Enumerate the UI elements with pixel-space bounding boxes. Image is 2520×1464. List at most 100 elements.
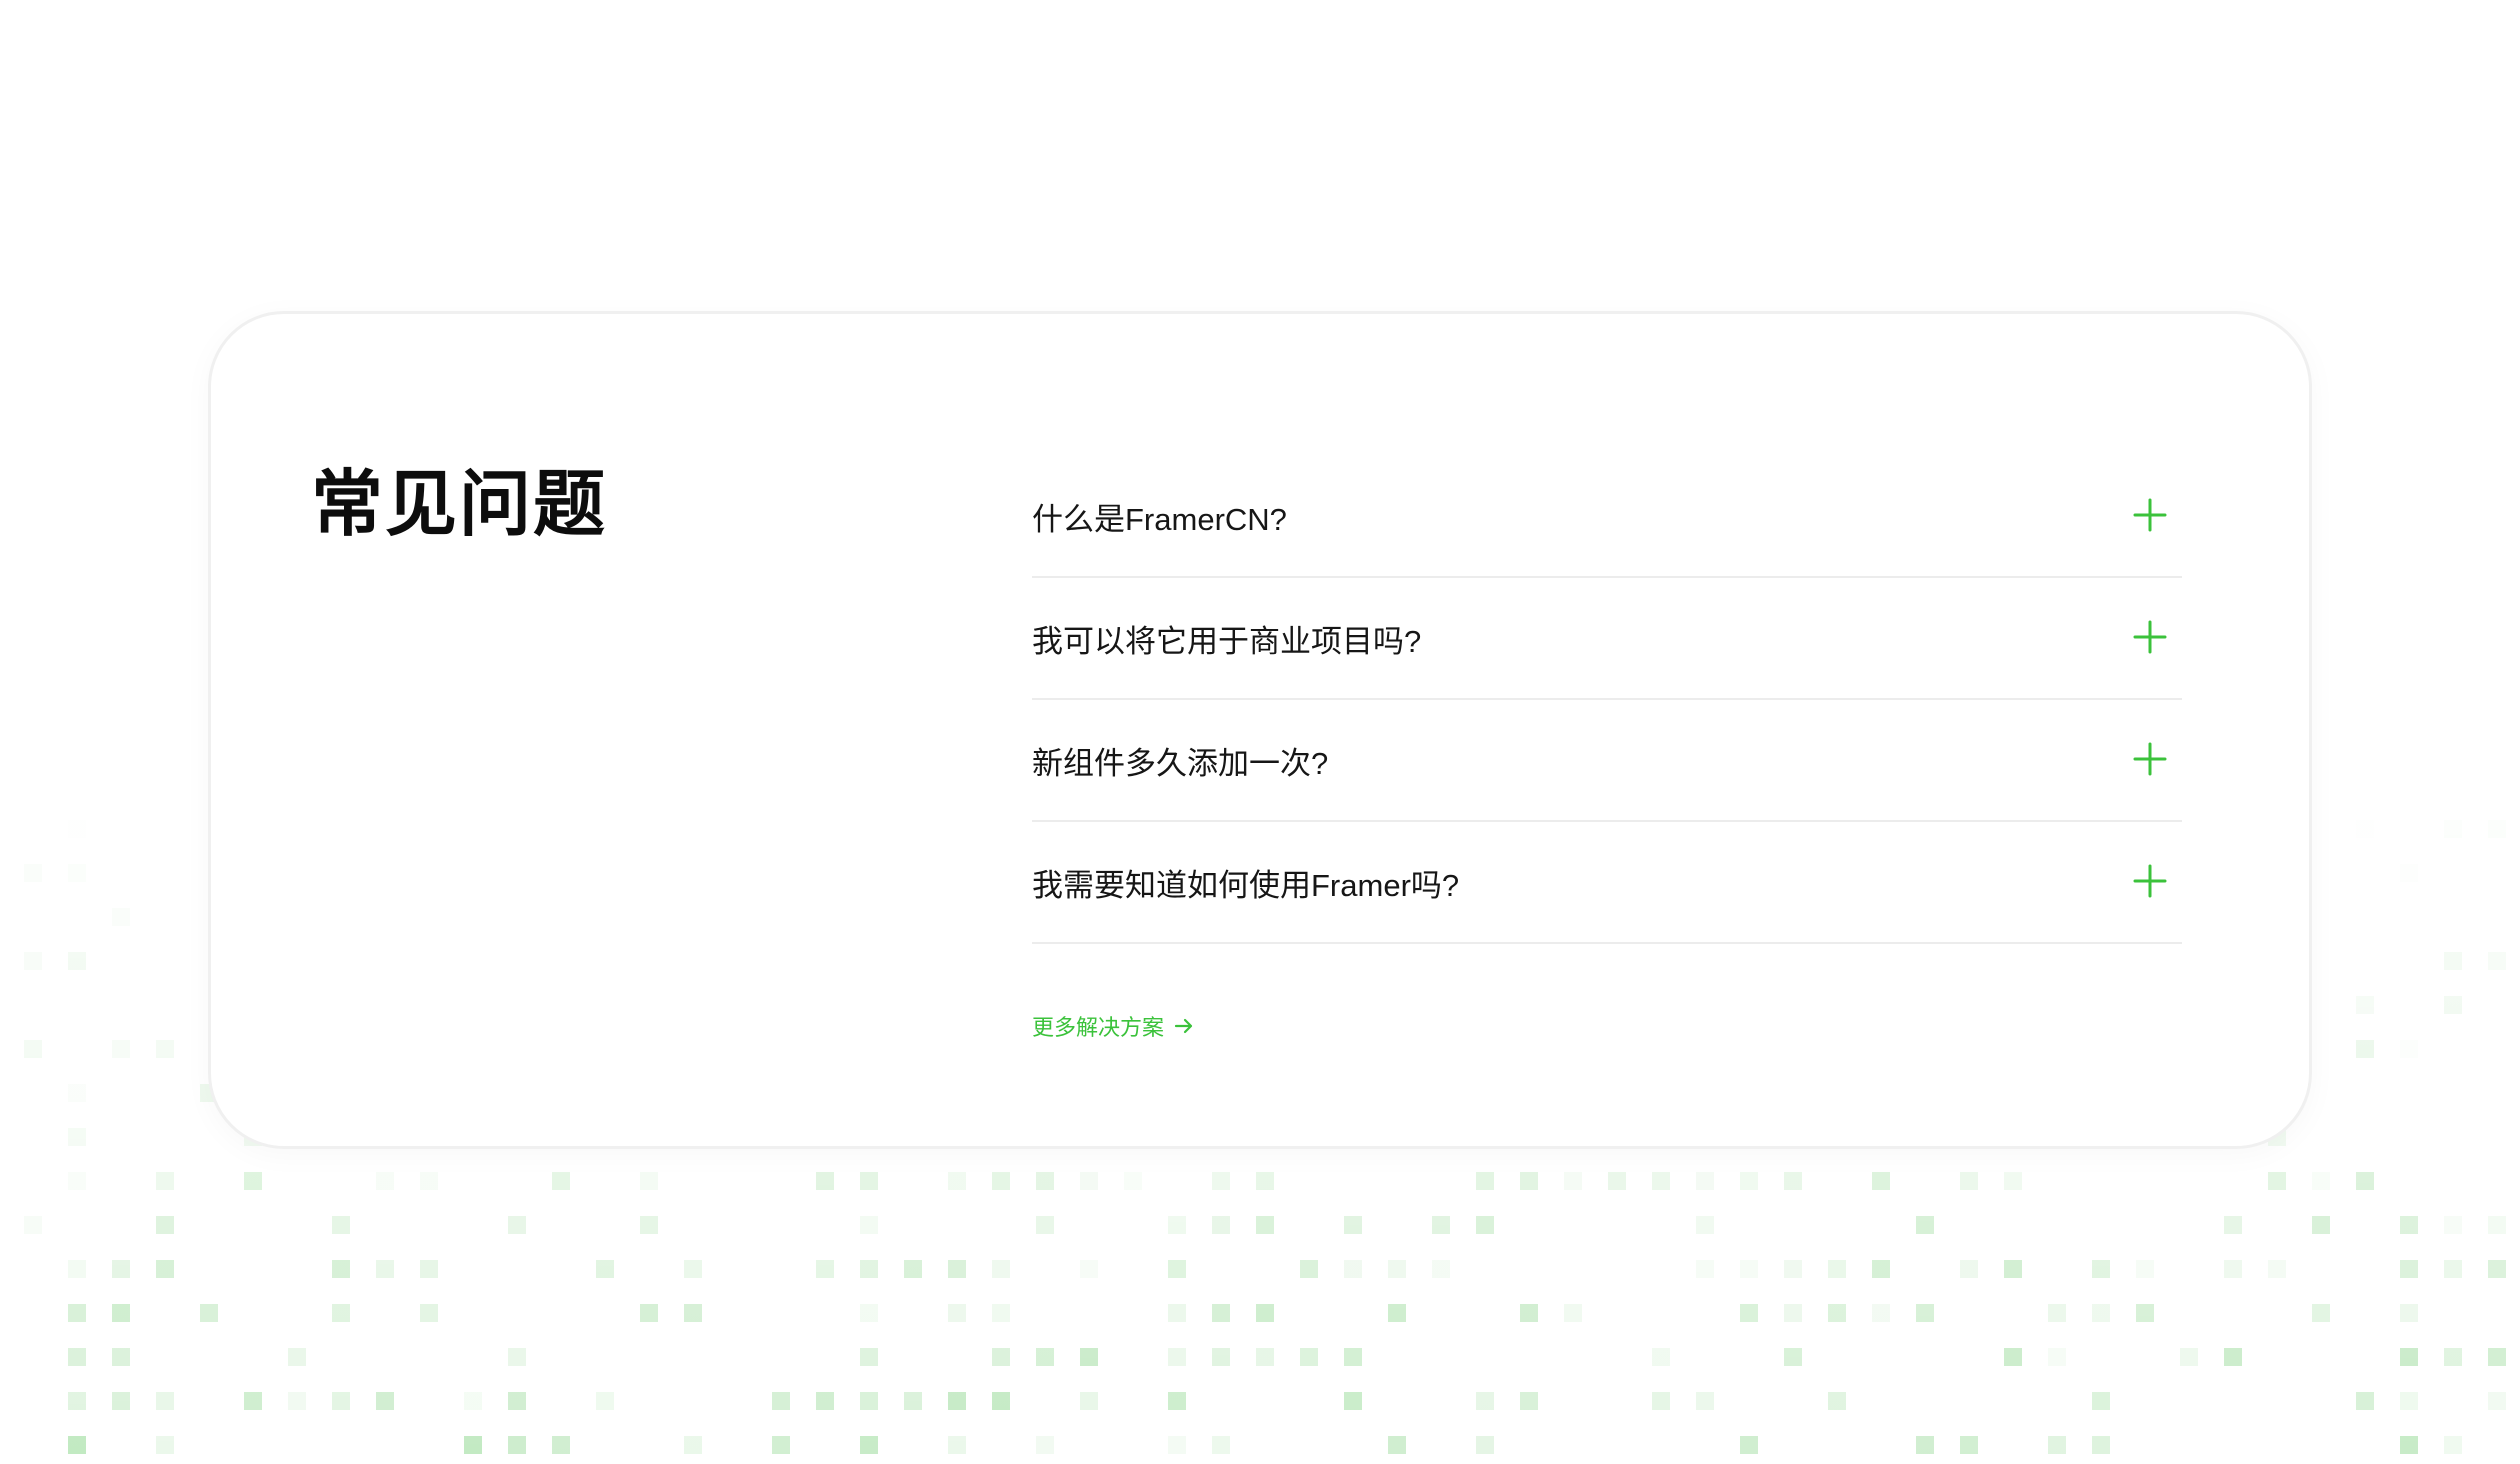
background-pixel (112, 1392, 130, 1410)
background-pixel (816, 1392, 834, 1410)
background-pixel (2356, 1172, 2374, 1190)
background-pixel (1564, 1172, 1582, 1190)
background-pixel (2488, 1260, 2506, 1278)
background-pixel (2048, 1304, 2066, 1322)
background-pixel (816, 1172, 834, 1190)
background-pixel (2444, 996, 2462, 1014)
background-pixel (112, 1040, 130, 1058)
background-pixel (2488, 1348, 2506, 1366)
background-pixel (2488, 952, 2506, 970)
background-pixel (860, 1260, 878, 1278)
background-pixel (1740, 1304, 1758, 1322)
background-pixel (948, 1172, 966, 1190)
background-pixel (376, 1172, 394, 1190)
background-pixel (816, 1260, 834, 1278)
background-pixel (1520, 1172, 1538, 1190)
background-pixel (1388, 1260, 1406, 1278)
background-pixel (376, 1392, 394, 1410)
background-pixel (640, 1216, 658, 1234)
background-pixel (904, 1260, 922, 1278)
background-pixel (640, 1304, 658, 1322)
background-pixel (2444, 1348, 2462, 1366)
background-pixel (1960, 1172, 1978, 1190)
background-pixel (1080, 1348, 1098, 1366)
background-pixel (2400, 1304, 2418, 1322)
background-pixel (772, 1392, 790, 1410)
background-pixel (68, 864, 86, 882)
faq-item[interactable]: 什么是FramerCN? (1032, 456, 2182, 578)
background-pixel (2136, 1304, 2154, 1322)
background-pixel (552, 1436, 570, 1454)
background-pixel (948, 1260, 966, 1278)
arrow-right-icon (1174, 1018, 1193, 1034)
background-pixel (2488, 1216, 2506, 1234)
faq-question: 新组件多久添加一次? (1032, 745, 1329, 781)
background-pixel (24, 1216, 42, 1234)
background-pixel (2400, 1436, 2418, 1454)
background-pixel (68, 1172, 86, 1190)
background-pixel (1080, 1172, 1098, 1190)
background-pixel (2048, 1436, 2066, 1454)
background-pixel (1916, 1216, 1934, 1234)
background-pixel (376, 1260, 394, 1278)
background-pixel (1212, 1216, 1230, 1234)
background-pixel (1168, 1260, 1186, 1278)
background-pixel (1300, 1260, 1318, 1278)
plus-icon[interactable] (2132, 497, 2168, 533)
background-pixel (1916, 1436, 1934, 1454)
background-pixel (1740, 1260, 1758, 1278)
background-pixel (1784, 1260, 1802, 1278)
more-solutions-link[interactable]: 更多解决方案 (1032, 1010, 1196, 1042)
plus-icon[interactable] (2132, 863, 2168, 899)
background-pixel (2180, 1348, 2198, 1366)
background-pixel (1256, 1172, 1274, 1190)
background-pixel (1564, 1304, 1582, 1322)
background-pixel (2004, 1348, 2022, 1366)
background-pixel (2356, 820, 2374, 838)
background-pixel (112, 1304, 130, 1322)
faq-item[interactable]: 我可以将它用于商业项目吗? (1032, 578, 2182, 700)
background-pixel (2092, 1392, 2110, 1410)
background-pixel (1476, 1392, 1494, 1410)
background-pixel (1388, 1304, 1406, 1322)
background-pixel (464, 1436, 482, 1454)
faq-item[interactable]: 我需要知道如何使用Framer吗? (1032, 822, 2182, 944)
background-pixel (68, 952, 86, 970)
faq-item[interactable]: 新组件多久添加一次? (1032, 700, 2182, 822)
background-pixel (1432, 1216, 1450, 1234)
background-pixel (992, 1304, 1010, 1322)
background-pixel (684, 1304, 702, 1322)
background-pixel (992, 1348, 1010, 1366)
background-pixel (1960, 1436, 1978, 1454)
plus-icon[interactable] (2132, 741, 2168, 777)
background-pixel (1168, 1348, 1186, 1366)
background-pixel (200, 1304, 218, 1322)
background-pixel (2092, 1436, 2110, 1454)
background-pixel (992, 1172, 1010, 1190)
background-pixel (1696, 1172, 1714, 1190)
background-pixel (2004, 1172, 2022, 1190)
plus-icon[interactable] (2132, 619, 2168, 655)
background-pixel (2136, 1260, 2154, 1278)
background-pixel (860, 1304, 878, 1322)
background-pixel (684, 1436, 702, 1454)
background-pixel (1872, 1304, 1890, 1322)
background-pixel (992, 1260, 1010, 1278)
background-pixel (1872, 1172, 1890, 1190)
background-pixel (992, 1392, 1010, 1410)
background-pixel (156, 1040, 174, 1058)
background-pixel (1960, 1260, 1978, 1278)
background-pixel (508, 1348, 526, 1366)
background-pixel (1828, 1304, 1846, 1322)
background-pixel (1344, 1348, 1362, 1366)
background-pixel (1036, 1216, 1054, 1234)
background-pixel (1344, 1260, 1362, 1278)
background-pixel (24, 864, 42, 882)
background-pixel (2444, 1216, 2462, 1234)
background-pixel (2444, 820, 2462, 838)
background-pixel (1652, 1392, 1670, 1410)
background-pixel (1784, 1348, 1802, 1366)
background-pixel (2488, 820, 2506, 838)
faq-question: 我可以将它用于商业项目吗? (1032, 623, 1422, 659)
background-pixel (112, 908, 130, 926)
